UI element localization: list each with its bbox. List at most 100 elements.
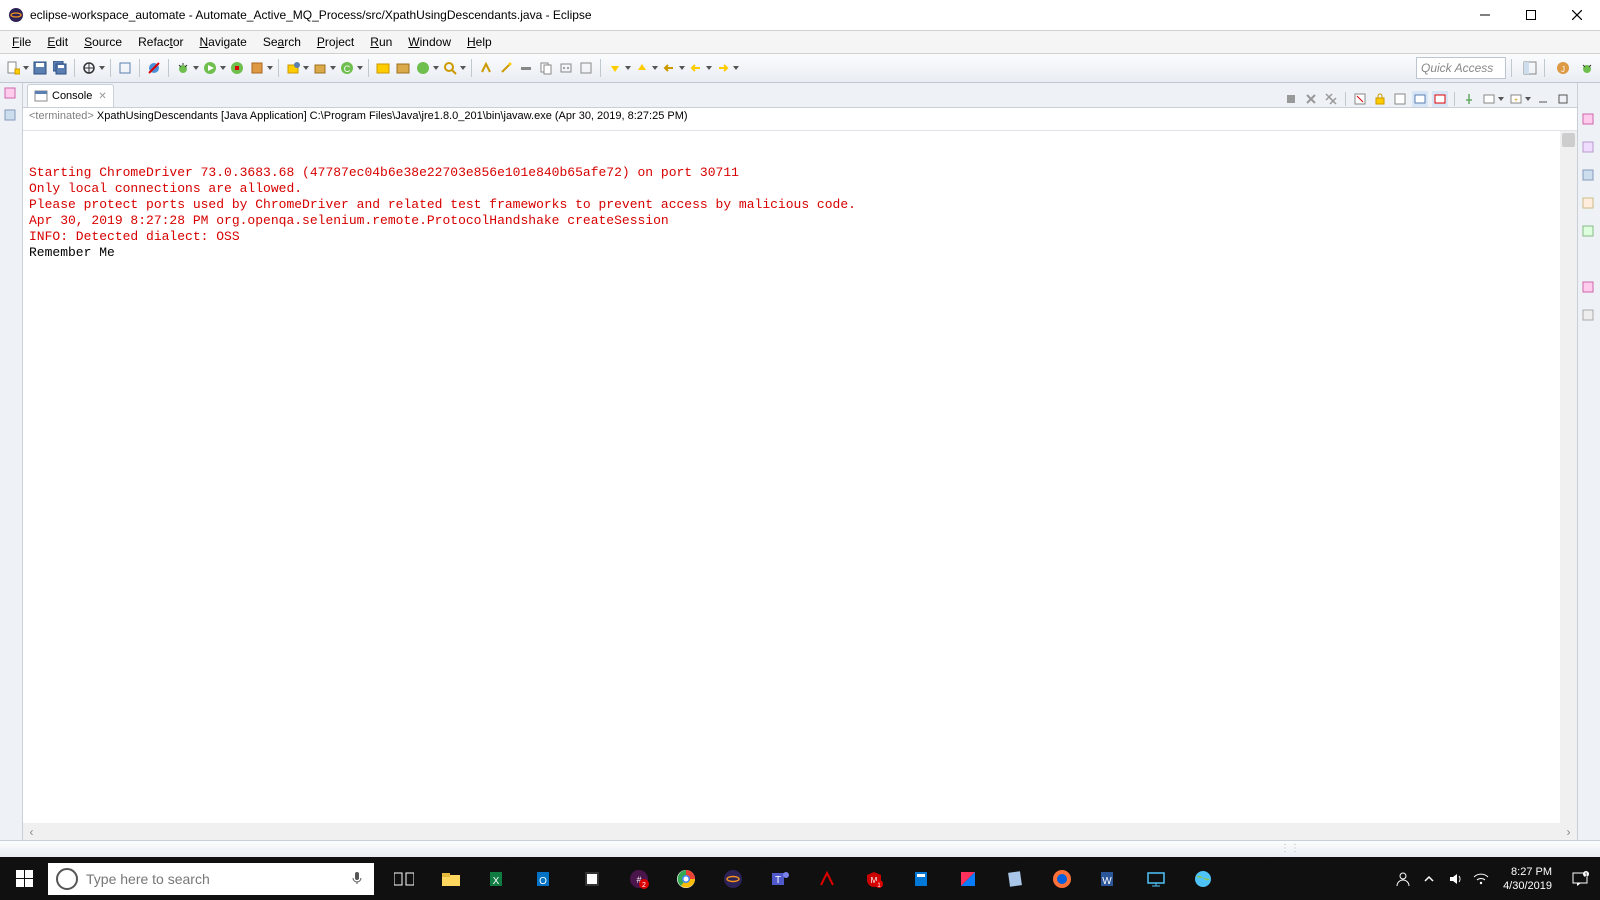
vertical-scrollbar[interactable] [1560, 131, 1577, 823]
menu-edit[interactable]: Edit [39, 33, 76, 51]
minimize-view-icon[interactable] [1535, 91, 1551, 107]
console-tab[interactable]: Console ✕ [27, 84, 114, 107]
excel-button[interactable]: X [474, 857, 521, 900]
menu-refactor[interactable]: Refactor [130, 33, 191, 51]
java-perspective-button[interactable]: J [1554, 59, 1572, 77]
clear-console-icon[interactable] [1352, 91, 1368, 107]
coverage-button[interactable] [228, 59, 246, 77]
sash-grip[interactable]: ⋮⋮ [1280, 843, 1300, 854]
menu-window[interactable]: Window [400, 33, 459, 51]
mcafee-button[interactable]: M1 [850, 857, 897, 900]
open-launch-configurations-button[interactable] [414, 59, 439, 77]
save-all-button[interactable] [51, 59, 69, 77]
menu-run[interactable]: Run [362, 33, 400, 51]
teams-button[interactable]: T [756, 857, 803, 900]
task-view-button[interactable] [380, 857, 427, 900]
menu-search[interactable]: Search [255, 33, 309, 51]
notepad-button[interactable] [991, 857, 1038, 900]
remove-launch-icon[interactable] [1303, 91, 1319, 107]
volume-icon[interactable] [1447, 871, 1463, 887]
pin-button[interactable] [577, 59, 595, 77]
minimized-view-button[interactable] [1582, 141, 1596, 155]
scroll-right-icon[interactable]: › [1560, 823, 1577, 840]
start-button[interactable] [0, 857, 48, 900]
new-java-project-button[interactable] [284, 59, 309, 77]
restore-view-button[interactable] [4, 109, 18, 123]
open-console-dropdown[interactable]: + [1508, 91, 1531, 107]
save-button[interactable] [31, 59, 49, 77]
menu-project[interactable]: Project [309, 33, 362, 51]
close-tab-icon[interactable]: ✕ [98, 91, 106, 102]
menu-source[interactable]: Source [76, 33, 130, 51]
menu-help[interactable]: Help [459, 33, 500, 51]
search-drop-button[interactable] [441, 59, 466, 77]
open-perspective-button[interactable] [1521, 59, 1539, 77]
close-button[interactable] [1554, 0, 1600, 30]
debug-perspective-button[interactable] [1578, 59, 1596, 77]
new-class-button[interactable]: C [338, 59, 363, 77]
intellij-button[interactable] [944, 857, 991, 900]
word-button[interactable]: W [1085, 857, 1132, 900]
clock[interactable]: 8:27 PM 4/30/2019 [1495, 865, 1560, 893]
menu-navigate[interactable]: Navigate [191, 33, 254, 51]
new-button[interactable] [4, 59, 29, 77]
skip-breakpoints-button[interactable] [145, 59, 163, 77]
open-task-button[interactable] [374, 59, 392, 77]
scroll-lock-icon[interactable] [1372, 91, 1388, 107]
firefox-button[interactable] [1038, 857, 1085, 900]
run-last-tool-button[interactable] [248, 59, 273, 77]
minimize-button[interactable] [1462, 0, 1508, 30]
calculator-button[interactable] [897, 857, 944, 900]
pin-console-icon[interactable] [1461, 91, 1477, 107]
terminate-icon[interactable] [1283, 91, 1299, 107]
minimized-view-button[interactable] [1582, 197, 1596, 211]
tray-chevron-icon[interactable] [1421, 871, 1437, 887]
toggle-show-whitespace-button[interactable] [557, 59, 575, 77]
minimized-view-button[interactable] [1582, 309, 1596, 323]
pin-editor-button[interactable] [537, 59, 555, 77]
console-output[interactable]: Starting ChromeDriver 73.0.3683.68 (4778… [23, 131, 1577, 823]
toggle-mark-occurrences-button[interactable] [477, 59, 495, 77]
outlook-button[interactable]: O [521, 857, 568, 900]
restore-view-button[interactable] [4, 87, 18, 101]
show-console-on-stdout-icon[interactable] [1412, 91, 1428, 107]
toggle-breadcrumb-button[interactable] [517, 59, 535, 77]
new-package-button[interactable] [311, 59, 336, 77]
toggle-block-selection-button[interactable] [116, 59, 134, 77]
wand-button[interactable] [497, 59, 515, 77]
scroll-left-icon[interactable]: ‹ [23, 823, 40, 840]
horizontal-scrollbar[interactable]: ‹ › [23, 823, 1577, 840]
eclipse-taskbar-button[interactable] [709, 857, 756, 900]
menu-file[interactable]: File [4, 33, 39, 51]
debug-button[interactable] [174, 59, 199, 77]
file-explorer-button[interactable] [427, 857, 474, 900]
maximize-button[interactable] [1508, 0, 1554, 30]
wifi-icon[interactable] [1473, 871, 1489, 887]
last-edit-location-button[interactable] [660, 59, 685, 77]
forward-button[interactable] [714, 59, 739, 77]
minimized-view-button[interactable] [1582, 113, 1596, 127]
maximize-view-icon[interactable] [1555, 91, 1571, 107]
chrome-button[interactable] [662, 857, 709, 900]
globe-button[interactable] [1179, 857, 1226, 900]
next-annotation-button[interactable] [606, 59, 631, 77]
microphone-icon[interactable] [350, 871, 366, 887]
action-center-button[interactable]: 1 [1560, 857, 1600, 900]
minimized-view-button[interactable] [1582, 281, 1596, 295]
minimized-view-button[interactable] [1582, 225, 1596, 239]
open-type-button[interactable] [80, 59, 105, 77]
prev-annotation-button[interactable] [633, 59, 658, 77]
minimized-view-button[interactable] [1582, 169, 1596, 183]
screen-share-button[interactable] [1132, 857, 1179, 900]
sticky-notes-button[interactable] [568, 857, 615, 900]
slack-button[interactable]: #2 [615, 857, 662, 900]
run-button[interactable] [201, 59, 226, 77]
people-icon[interactable] [1395, 871, 1411, 887]
search-box[interactable]: Type here to search [48, 863, 374, 895]
jmeter-button[interactable] [803, 857, 850, 900]
remove-all-terminated-icon[interactable] [1323, 91, 1339, 107]
quick-access-input[interactable]: Quick Access [1416, 57, 1506, 79]
show-console-on-stderr-icon[interactable] [1432, 91, 1448, 107]
open-type-hierarchy-button[interactable] [394, 59, 412, 77]
word-wrap-icon[interactable] [1392, 91, 1408, 107]
